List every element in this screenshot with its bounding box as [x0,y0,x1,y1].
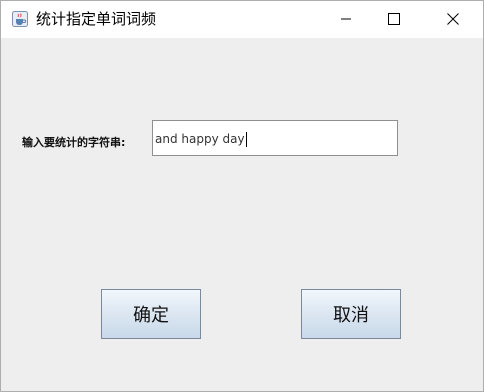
confirm-button[interactable]: 确定 [101,289,201,339]
close-icon [447,10,459,29]
cancel-button[interactable]: 取消 [301,289,401,339]
minimize-icon [340,10,352,29]
maximize-icon [388,10,400,29]
input-prompt-label: 输入要统计的字符串: [22,136,126,149]
maximize-button[interactable] [371,1,417,38]
close-button[interactable] [430,1,476,38]
dialog-window: 统计指定单词词频 输入要统计的字符串: and happy day 确定 取消 [0,0,484,392]
string-input-field[interactable]: and happy day [152,120,398,156]
dialog-content: 输入要统计的字符串: and happy day 确定 取消 [1,38,483,391]
string-input-value[interactable]: and happy day [155,121,245,157]
text-caret [245,131,247,147]
title-bar[interactable]: 统计指定单词词频 [1,1,483,38]
minimize-button[interactable] [323,1,369,38]
java-cup-icon [12,11,28,27]
window-title: 统计指定单词词频 [36,10,157,28]
